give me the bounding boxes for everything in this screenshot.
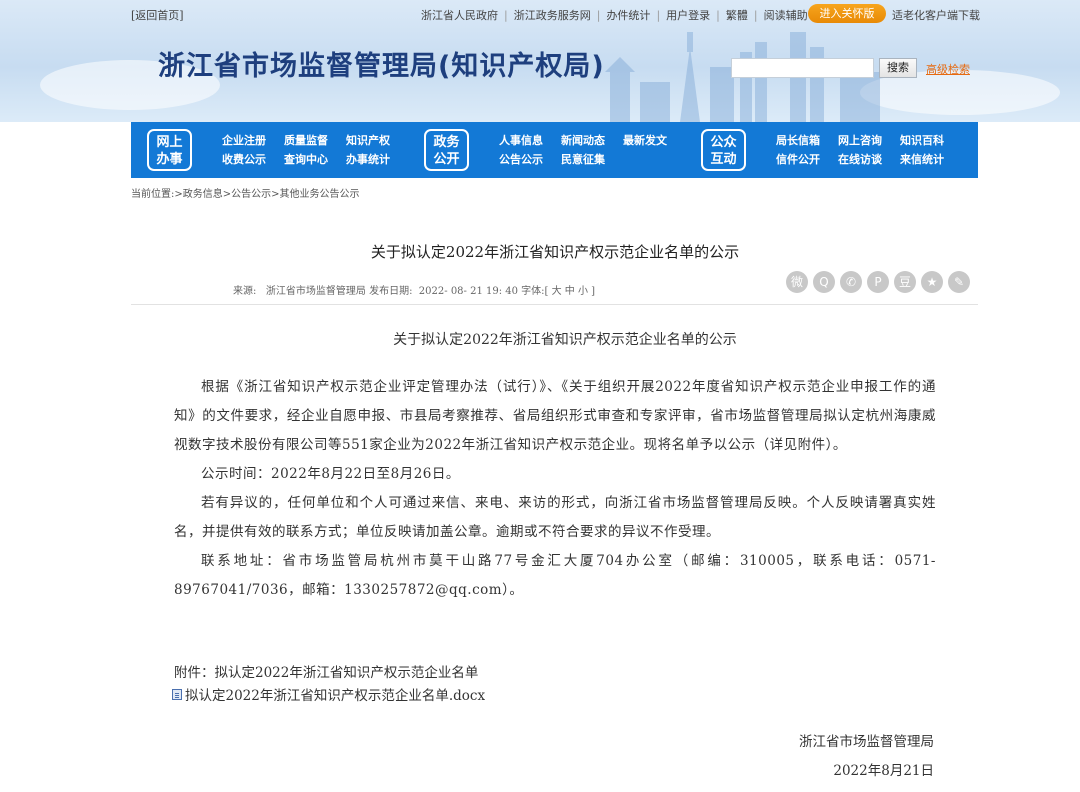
paragraph: 根据《浙江省知识产权示范企业评定管理办法（试行）》、《关于组织开展2022年度省… — [174, 379, 936, 453]
nav-block-online-services[interactable]: 网上 办事 — [147, 129, 192, 171]
header-banner: [返回首页] 浙江省人民政府 | 浙江政务服务网 | 办件统计 | 用户登录 | 繁體 |… — [0, 0, 1080, 122]
signature-block: 浙江省市场监督管理局 2022年8月21日 — [799, 728, 934, 786]
share-bar: 微 Q ✆ P 豆 ★ ✎ — [786, 271, 975, 293]
douban-icon[interactable]: 豆 — [894, 271, 916, 293]
qq-icon[interactable]: Q — [813, 271, 835, 293]
separator: | — [596, 8, 601, 22]
article-body: 关于拟认定2022年浙江省知识产权示范企业名单的公示 根据《浙江省知识产权示范企… — [174, 326, 936, 605]
paragraph: 若有异议的，任何单位和个人可通过来信、来电、来访的形式，向浙江省市场监督管理局反… — [174, 495, 936, 540]
attachment-link[interactable]: 拟认定2022年浙江省知识产权示范企业名单.docx — [172, 684, 485, 704]
document-icon — [172, 688, 182, 700]
nav-item[interactable]: 办事统计 — [346, 150, 390, 169]
nav-item[interactable]: 最新发文 — [623, 131, 667, 150]
top-utility-bar: [返回首页] 浙江省人民政府 | 浙江政务服务网 | 办件统计 | 用户登录 | 繁體 |… — [0, 4, 1080, 24]
nav-item[interactable]: 民意征集 — [561, 150, 605, 169]
separator: | — [656, 8, 661, 22]
breadcrumb: 当前位置:>政务信息>公告公示>其他业务公告公示 — [131, 189, 360, 200]
nav-block-label: 政务 — [433, 135, 460, 150]
advanced-search-link[interactable]: 高级检索 — [926, 61, 970, 77]
nav-block-label: 互动 — [710, 152, 737, 167]
paragraph: 联系地址：省市场监管局杭州市莫干山路77号金汇大厦704办公室（邮编：31000… — [174, 553, 936, 598]
nav-item[interactable]: 局长信箱 — [776, 131, 820, 150]
star-icon[interactable]: ★ — [921, 271, 943, 293]
nav-block-label: 办事 — [156, 152, 183, 167]
site-title: 浙江省市场监督管理局(知识产权局) — [158, 51, 605, 82]
nav-item[interactable]: 收费公示 — [222, 150, 266, 169]
nav-item[interactable]: 网上咨询 — [838, 131, 882, 150]
link-user-login[interactable]: 用户登录 — [666, 7, 710, 23]
article-meta: 来源: 浙江省市场监督管理局 发布日期: 2022- 08- 21 19: 40… — [233, 286, 596, 297]
nav-block-label: 网上 — [156, 135, 183, 150]
link-case-stats[interactable]: 办件统计 — [606, 7, 650, 23]
nav-block-label: 公开 — [433, 152, 460, 167]
nav-links-gov-affairs: 人事信息 新闻动态 最新发文 公告公示 民意征集 — [499, 131, 685, 169]
nav-item[interactable]: 查询中心 — [284, 150, 328, 169]
nav-item[interactable]: 知识产权 — [346, 131, 390, 150]
paragraph: 公示时间：2022年8月22日至8月26日。 — [201, 466, 460, 482]
nav-links-online-services: 企业注册 质量监督 知识产权 收费公示 查询中心 办事统计 — [222, 131, 408, 169]
nav-item[interactable]: 在线访谈 — [838, 150, 882, 169]
attachment-filename: 拟认定2022年浙江省知识产权示范企业名单.docx — [185, 688, 486, 704]
search-input[interactable] — [731, 58, 874, 78]
search-button[interactable]: 搜索 — [879, 58, 917, 78]
separator: | — [504, 8, 508, 22]
article-title: 关于拟认定2022年浙江省知识产权示范企业名单的公示 — [370, 243, 740, 261]
nav-block-label: 公众 — [710, 135, 737, 150]
nav-block-public-interaction[interactable]: 公众 互动 — [701, 129, 746, 171]
separator: | — [716, 8, 720, 22]
attachment-label: 附件：拟认定2022年浙江省知识产权示范企业名单 — [174, 665, 479, 681]
top-links: 浙江省人民政府 | 浙江政务服务网 | 办件统计 | 用户登录 | 繁體 | 阅读辅助 — [421, 7, 808, 23]
back-home-link[interactable]: [返回首页] — [131, 7, 184, 23]
nav-item[interactable]: 企业注册 — [222, 131, 266, 150]
signature-date: 2022年8月21日 — [833, 763, 934, 779]
link-traditional[interactable]: 繁體 — [726, 7, 748, 23]
weibo-icon[interactable]: 微 — [786, 271, 808, 293]
care-mode-button[interactable]: 进入关怀版 — [808, 4, 886, 23]
link-zj-service[interactable]: 浙江政务服务网 — [514, 7, 591, 23]
nav-item[interactable]: 知识百科 — [900, 131, 944, 150]
separator: | — [753, 8, 758, 22]
link-zj-gov[interactable]: 浙江省人民政府 — [421, 7, 498, 23]
pinterest-icon[interactable]: P — [867, 271, 889, 293]
nav-block-gov-affairs[interactable]: 政务 公开 — [424, 129, 469, 171]
signature-org: 浙江省市场监督管理局 — [799, 734, 934, 750]
nav-item[interactable]: 质量监督 — [284, 131, 328, 150]
elderly-client-download-link[interactable]: 适老化客户端下载 — [892, 7, 980, 23]
article-subtitle: 关于拟认定2022年浙江省知识产权示范企业名单的公示 — [393, 332, 737, 348]
nav-item[interactable]: 人事信息 — [499, 131, 543, 150]
nav-item[interactable]: 信件公开 — [776, 150, 820, 169]
nav-item[interactable]: 新闻动态 — [561, 131, 605, 150]
main-nav: 网上 办事 企业注册 质量监督 知识产权 收费公示 查询中心 办事统计 政务 公… — [131, 122, 978, 178]
nav-links-public-interaction: 局长信箱 网上咨询 知识百科 信件公开 在线访谈 来信统计 — [776, 131, 962, 169]
divider — [131, 304, 978, 305]
nav-item[interactable]: 公告公示 — [499, 150, 543, 169]
link-reading-aid[interactable]: 阅读辅助 — [764, 7, 808, 23]
wechat-icon[interactable]: ✆ — [840, 271, 862, 293]
nav-item[interactable]: 来信统计 — [900, 150, 944, 169]
more-icon[interactable]: ✎ — [948, 271, 970, 293]
